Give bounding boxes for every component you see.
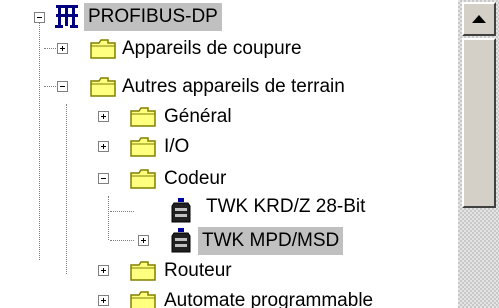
- tree-label: Codeur: [164, 168, 227, 189]
- scroll-up-button[interactable]: [462, 2, 496, 36]
- tree-item-general[interactable]: Général: [0, 102, 458, 132]
- tree-label: TWK KRD/Z 28-Bit: [206, 196, 366, 217]
- tree-item-twk-krd-z[interactable]: TWK KRD/Z 28-Bit: [0, 196, 458, 226]
- tree-item-autres-appareils-de-terrain[interactable]: Autres appareils de terrain: [0, 72, 458, 102]
- collapse-icon[interactable]: [98, 173, 109, 184]
- expand-icon[interactable]: [98, 295, 109, 306]
- tree-item-appareils-de-coupure[interactable]: Appareils de coupure: [0, 34, 458, 64]
- tree-label: Autres appareils de terrain: [122, 76, 345, 97]
- tree-item-codeur[interactable]: Codeur: [0, 164, 458, 194]
- encoder-device-icon: [171, 228, 191, 253]
- tree-label: Routeur: [164, 260, 232, 281]
- folder-icon: [130, 137, 156, 157]
- tree-label: TWK MPD/MSD: [198, 227, 344, 255]
- encoder-device-icon: [171, 198, 191, 223]
- tree-label: PROFIBUS-DP: [84, 3, 222, 31]
- tree-item-twk-mpd-msd[interactable]: TWK MPD/MSD: [0, 226, 458, 256]
- tree-item-io[interactable]: I/O: [0, 132, 458, 162]
- project-tree[interactable]: PROFIBUS-DP Appareils de coupure Autres …: [0, 0, 458, 308]
- network-icon: [55, 5, 78, 28]
- folder-icon: [130, 169, 156, 189]
- expand-icon[interactable]: [98, 111, 109, 122]
- expand-icon[interactable]: [98, 141, 109, 152]
- tree-label: Appareils de coupure: [122, 38, 302, 59]
- tree-label: Général: [164, 106, 232, 127]
- tree-label: Automate programmable: [164, 290, 374, 308]
- collapse-icon[interactable]: [57, 81, 68, 92]
- folder-icon: [90, 39, 116, 59]
- tree-root-profibus-dp[interactable]: PROFIBUS-DP: [0, 2, 458, 32]
- folder-icon: [130, 107, 156, 127]
- folder-icon: [90, 77, 116, 97]
- vertical-scrollbar[interactable]: [458, 0, 499, 308]
- scroll-thumb[interactable]: [462, 38, 496, 208]
- folder-icon: [130, 291, 156, 308]
- expand-icon[interactable]: [138, 235, 149, 246]
- collapse-icon[interactable]: [34, 12, 45, 23]
- expand-icon[interactable]: [57, 43, 68, 54]
- arrow-up-icon: [472, 15, 486, 23]
- expand-icon[interactable]: [98, 265, 109, 276]
- folder-icon: [130, 261, 156, 281]
- tree-item-routeur[interactable]: Routeur: [0, 256, 458, 286]
- tree-label: I/O: [164, 136, 190, 157]
- tree-item-automate-programmable[interactable]: Automate programmable: [0, 286, 458, 308]
